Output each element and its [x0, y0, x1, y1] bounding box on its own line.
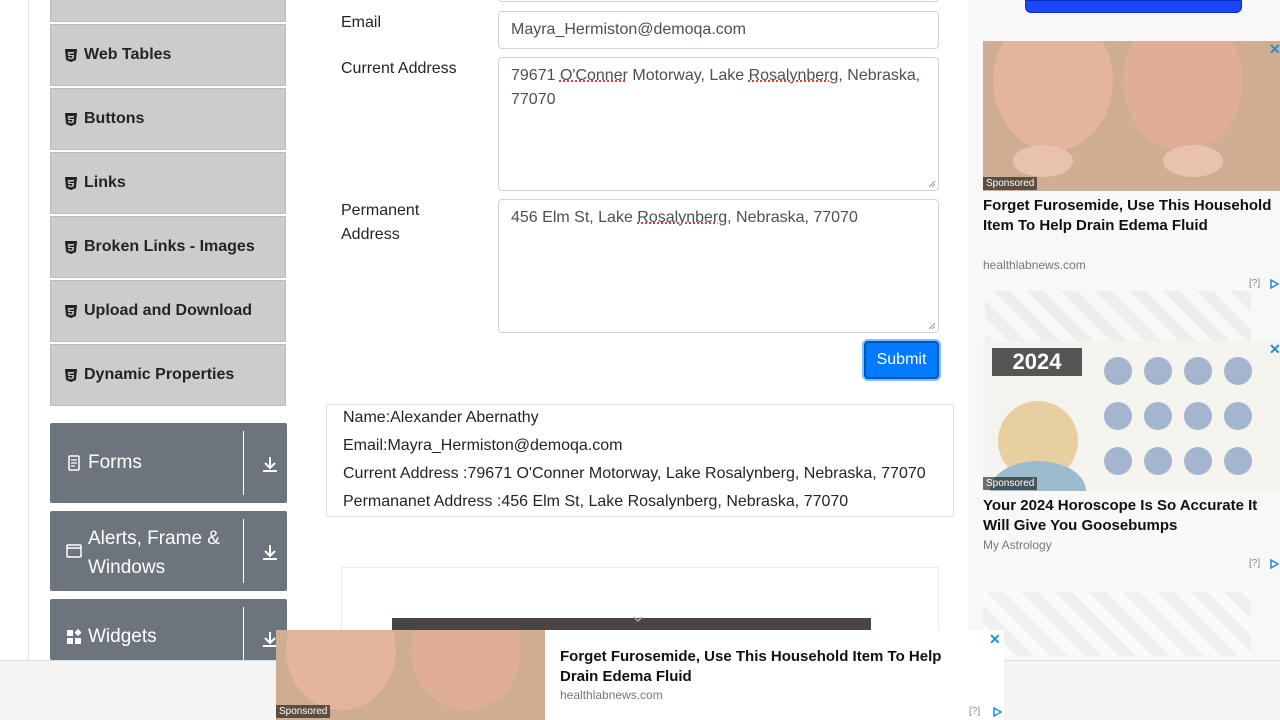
- submit-button[interactable]: Submit: [864, 341, 939, 379]
- full-name-field-partial[interactable]: [498, 0, 939, 2]
- text-part: Motorway, Lake: [627, 67, 749, 84]
- sidebar-item-label: Web Tables: [84, 46, 172, 63]
- text-part: 79671: [511, 67, 560, 84]
- sidebar-item-label: Dynamic Properties: [84, 366, 235, 383]
- current-address-label: Current Address: [341, 60, 457, 77]
- output-box: Name:Alexander Abernathy Email:Mayra_Her…: [326, 404, 954, 517]
- html5-icon: [65, 176, 77, 190]
- permanent-address-label: Permanent Address: [341, 199, 419, 247]
- adchoices-icon[interactable]: [1269, 279, 1279, 289]
- sidebar-item-dynamic-properties[interactable]: Dynamic Properties: [50, 344, 286, 406]
- adchoices-icon[interactable]: [1269, 559, 1279, 569]
- misspelled-word: O'Conner: [559, 67, 628, 84]
- ad-placeholder: [983, 592, 1251, 656]
- ad-year-badge: 2024: [992, 348, 1082, 376]
- close-icon[interactable]: ✕: [1269, 341, 1280, 358]
- current-address-field[interactable]: 79671 O'Conner Motorway, Lake Rosalynber…: [498, 57, 939, 191]
- permanent-address-field[interactable]: 456 Elm St, Lake Rosalynberg, Nebraska, …: [498, 199, 939, 333]
- text-part: 77070: [511, 91, 556, 108]
- widgets-icon: [67, 629, 82, 644]
- sidebar-group-forms[interactable]: Forms: [50, 423, 287, 503]
- resize-handle-icon[interactable]: [928, 322, 936, 330]
- output-current-address: Current Address :79671 O'Conner Motorway…: [343, 465, 926, 482]
- sidebar-item-upload-download[interactable]: Upload and Download: [50, 280, 286, 342]
- sticky-ad-source[interactable]: healthlabnews.com: [560, 688, 663, 702]
- sponsored-tag: Sponsored: [983, 477, 1038, 490]
- page: Web Tables Buttons Links Broken Links - …: [0, 0, 1280, 720]
- sidebar-divider: [28, 0, 29, 660]
- html5-icon: [65, 112, 77, 126]
- ad-source[interactable]: My Astrology: [983, 538, 1052, 552]
- sidebar-item-links[interactable]: Links: [50, 152, 286, 214]
- sidebar-item-partial[interactable]: [50, 0, 286, 22]
- group-label: Alerts, Frame &: [88, 528, 220, 549]
- sidebar-item-label: Upload and Download: [84, 302, 252, 319]
- ad-cta-button[interactable]: [1025, 0, 1242, 13]
- ad-title[interactable]: Your 2024 Horoscope Is So Accurate It Wi…: [983, 496, 1280, 536]
- sidebar-item-label: Broken Links - Images: [84, 238, 255, 255]
- close-icon[interactable]: ✕: [989, 631, 1001, 648]
- html5-icon: [65, 368, 77, 382]
- html5-icon: [65, 240, 77, 254]
- close-icon[interactable]: ✕: [1269, 41, 1280, 58]
- group-label-line2: Windows: [88, 557, 166, 578]
- misspelled-word: Rosalynberg: [748, 67, 839, 84]
- ad-info-link[interactable]: [?]: [1249, 558, 1260, 569]
- group-separator: [243, 607, 244, 660]
- ad-info-link[interactable]: [?]: [1249, 278, 1260, 289]
- sponsored-tag: Sponsored: [983, 177, 1038, 190]
- text-part: , Nebraska, 77070: [727, 209, 858, 226]
- document-icon: [68, 455, 80, 471]
- sponsored-tag: Sponsored: [276, 705, 331, 718]
- label-line1: Permanent: [341, 202, 420, 219]
- sticky-ad[interactable]: Sponsored Forget Furosemide, Use This Ho…: [276, 630, 1004, 720]
- group-separator: [243, 431, 244, 495]
- label-line2: Address: [341, 226, 400, 243]
- sidebar-item-label: Buttons: [84, 110, 145, 127]
- group-separator: [243, 519, 244, 583]
- sidebar-item-buttons[interactable]: Buttons: [50, 88, 286, 150]
- ad-image-feet[interactable]: [983, 41, 1280, 191]
- feet-image: [983, 41, 1280, 191]
- misspelled-word: Rosalynberg: [637, 209, 728, 226]
- sticky-ad-title[interactable]: Forget Furosemide, Use This Household It…: [560, 647, 980, 687]
- sidebar-item-broken-links[interactable]: Broken Links - Images: [50, 216, 286, 278]
- text-part: 456 Elm St, Lake: [511, 209, 638, 226]
- email-label: Email: [341, 14, 382, 31]
- output-name: Name:Alexander Abernathy: [343, 409, 539, 426]
- adchoices-icon[interactable]: [992, 707, 1002, 717]
- window-icon: [66, 544, 82, 558]
- html5-icon: [65, 48, 77, 62]
- sidebar-item-label: Links: [84, 174, 126, 191]
- email-value: Mayra_Hermiston@demoqa.com: [511, 21, 746, 38]
- group-label: Widgets: [88, 626, 157, 647]
- sidebar-group-alerts[interactable]: Alerts, Frame & Windows: [50, 511, 287, 591]
- email-field[interactable]: Mayra_Hermiston@demoqa.com: [498, 11, 939, 49]
- download-icon[interactable]: [260, 542, 280, 562]
- resize-handle-icon[interactable]: [928, 180, 936, 188]
- sidebar-group-widgets[interactable]: Widgets: [50, 599, 287, 660]
- output-permanent-address: Permananet Address :456 Elm St, Lake Ros…: [343, 493, 849, 510]
- text-part: , Nebraska,: [838, 67, 921, 84]
- download-icon[interactable]: [260, 454, 280, 474]
- ad-title[interactable]: Forget Furosemide, Use This Household It…: [983, 196, 1280, 236]
- ad-source[interactable]: healthlabnews.com: [983, 258, 1086, 272]
- sidebar-item-web-tables[interactable]: Web Tables: [50, 24, 286, 86]
- group-label: Forms: [88, 452, 142, 473]
- chevron-down-icon: [633, 616, 643, 623]
- ad-info-link[interactable]: [?]: [969, 706, 980, 717]
- output-email: Email:Mayra_Hermiston@demoqa.com: [343, 437, 623, 454]
- html5-icon: [65, 304, 77, 318]
